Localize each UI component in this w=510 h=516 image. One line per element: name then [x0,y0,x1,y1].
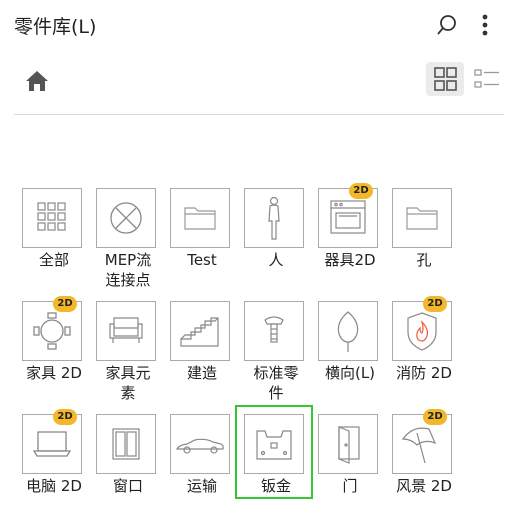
home-icon[interactable] [22,66,52,96]
grid-view-button[interactable] [426,62,464,96]
tile-label: 消防 2D [396,364,452,382]
door-icon [318,414,378,474]
badge-2d: 2D [53,409,77,425]
bolt-icon [244,301,304,361]
selection-highlight [235,405,313,499]
badge-2d: 2D [423,296,447,312]
badge-2d: 2D [349,183,373,199]
tile-label: 家具 2D [26,364,82,382]
tile-label: 电脑 2D [26,477,82,495]
tile-label: 建造 [186,364,217,382]
list-view-button[interactable] [470,62,504,96]
tile-label: 门 [342,477,358,495]
toolbar [14,58,504,115]
tile-label: Test [187,251,217,269]
tree-icon [318,301,378,361]
folder-icon [392,188,452,248]
folder-icon [170,188,230,248]
tile-label: 人 [268,251,284,269]
tile-label: 横向(L) [324,364,376,382]
tile-label: 运输 [186,477,217,495]
window-icon [96,414,156,474]
circle-x-icon [96,188,156,248]
header: 零件库(L) [0,0,510,50]
tile-label: MEP流 连接点 [104,251,152,289]
badge-2d: 2D [53,296,77,312]
page-title: 零件库(L) [14,16,97,38]
tile-label: 窗口 [112,477,143,495]
person-icon [244,188,304,248]
tile-label: 家具元 素 [105,364,151,402]
search-icon[interactable] [432,10,462,40]
more-vert-icon[interactable] [470,10,500,40]
car-icon [170,414,230,474]
tile-label: 风景 2D [396,477,452,495]
tile-label: 标准零 件 [253,364,299,402]
tile-label: 器具2D [324,251,376,269]
tile-label: 全部 [38,251,69,269]
tile-label: 孔 [416,251,432,269]
badge-2d: 2D [423,409,447,425]
grid-icon [22,188,82,248]
stairs-icon [170,301,230,361]
armchair-icon [96,301,156,361]
